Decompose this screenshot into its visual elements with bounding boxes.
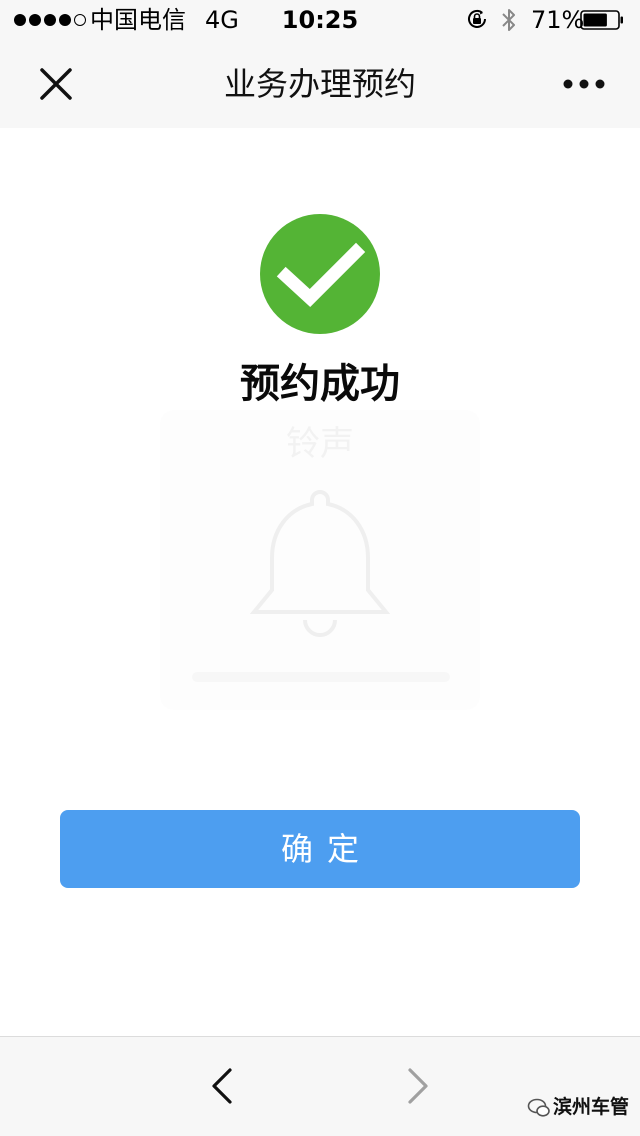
chevron-right-icon[interactable] [402, 1066, 436, 1106]
watermark-card-text: 铃声 [286, 424, 354, 464]
battery-percent: 71% [531, 6, 585, 34]
chevron-left-icon[interactable] [204, 1066, 238, 1106]
check-icon [276, 242, 366, 307]
success-message: 预约成功 [240, 361, 400, 407]
battery-icon [580, 10, 623, 30]
more-icon[interactable] [560, 74, 608, 94]
bell-icon [249, 489, 391, 637]
watermark-card-bar [192, 672, 450, 682]
confirm-button[interactable]: 确定 [60, 810, 580, 888]
watermark-text: 滨州车管 [553, 1096, 630, 1118]
page-title: 业务办理预约 [223, 65, 416, 103]
bottom-toolbar [0, 1036, 640, 1136]
wechat-icon [527, 1098, 550, 1117]
success-check-badge [260, 214, 380, 334]
rotation-lock-icon [468, 9, 486, 28]
bluetooth-icon [502, 9, 515, 31]
